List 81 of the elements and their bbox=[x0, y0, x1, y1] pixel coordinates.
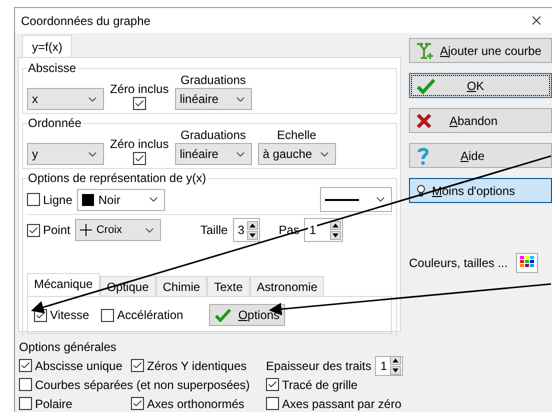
check-icon bbox=[416, 78, 436, 94]
line-style-dropdown[interactable] bbox=[320, 187, 392, 212]
group-title: Abscisse bbox=[28, 61, 78, 75]
tab[interactable]: Mécanique bbox=[27, 273, 100, 296]
checkmark-icon bbox=[132, 360, 143, 371]
checkmark-icon bbox=[267, 379, 278, 390]
checkmark-icon bbox=[28, 224, 39, 236]
dialog-button[interactable]: Aide bbox=[409, 143, 552, 168]
checkbox[interactable] bbox=[132, 97, 146, 110]
options-button[interactable]: Options bbox=[209, 304, 285, 326]
field-label: Zéro inclus bbox=[110, 82, 169, 96]
checkbox-label: Polaire bbox=[35, 396, 72, 410]
tab[interactable]: Texte bbox=[207, 276, 250, 296]
dialog-button[interactable]: Abandon bbox=[409, 108, 552, 133]
question-mark-icon bbox=[416, 146, 430, 164]
graduations-dropdown[interactable]: linéaire bbox=[174, 88, 252, 110]
symbol-dropdown[interactable]: Croix bbox=[75, 219, 162, 241]
color-swatch-icon bbox=[82, 194, 94, 206]
thickness-spinner[interactable]: 1 bbox=[375, 356, 404, 376]
dialog-button[interactable]: Ajouter une courbe bbox=[409, 38, 552, 63]
checkbox[interactable] bbox=[27, 193, 40, 206]
checkbox-label: Abscisse unique bbox=[35, 358, 122, 372]
variable-dropdown[interactable]: x bbox=[27, 88, 104, 110]
up-arrow-icon[interactable] bbox=[330, 220, 342, 230]
up-arrow-icon[interactable] bbox=[390, 356, 402, 365]
checkbox[interactable] bbox=[19, 378, 32, 391]
checkbox-label: Tracé de grille bbox=[282, 378, 358, 392]
window-title: Coordonnées du graphe bbox=[21, 14, 150, 28]
group-title: Options générales bbox=[19, 340, 118, 354]
variable-dropdown[interactable]: y bbox=[27, 143, 104, 165]
field-label: Echelle bbox=[277, 128, 316, 142]
cross-icon bbox=[416, 112, 432, 128]
group-title: Options de représentation de y(x) bbox=[28, 171, 208, 185]
checkmark-icon bbox=[134, 98, 145, 109]
line-sample-icon bbox=[325, 198, 359, 200]
field-label: Zéro inclus bbox=[110, 137, 169, 151]
checkbox[interactable] bbox=[19, 397, 32, 410]
checkbox[interactable] bbox=[131, 397, 144, 410]
checkmark-icon bbox=[132, 398, 143, 409]
dialog-button[interactable]: OK bbox=[409, 73, 552, 98]
y-plus-icon bbox=[416, 42, 434, 58]
up-arrow-icon[interactable] bbox=[246, 220, 258, 230]
checkbox[interactable] bbox=[132, 152, 146, 165]
checkbox-label: Courbes séparées (et non superposées) bbox=[35, 378, 250, 392]
plus-icon bbox=[80, 224, 92, 236]
step-spinner[interactable]: 1 bbox=[304, 218, 344, 242]
colors-label: Couleurs, tailles ... bbox=[409, 256, 508, 270]
tab[interactable]: Optique bbox=[100, 276, 156, 296]
checkbox[interactable] bbox=[266, 378, 279, 391]
color-dropdown[interactable]: Noir bbox=[77, 188, 166, 210]
palette-icon[interactable] bbox=[516, 253, 538, 273]
down-arrow-icon[interactable] bbox=[390, 366, 402, 375]
checkbox-label: Zéros Y identiques bbox=[147, 358, 247, 372]
field-label: Taille bbox=[200, 223, 228, 237]
tab[interactable]: Chimie bbox=[156, 276, 208, 296]
checkbox-label: Axes orthonormés bbox=[147, 396, 244, 410]
checkbox[interactable] bbox=[19, 359, 32, 372]
checkbox-label: Ligne bbox=[43, 192, 72, 206]
checkbox[interactable] bbox=[266, 397, 279, 410]
down-arrow-icon[interactable] bbox=[246, 230, 258, 240]
checkbox-label: Vitesse bbox=[50, 308, 90, 322]
field-label: Graduations bbox=[180, 73, 246, 87]
scale-dropdown[interactable]: à gauche bbox=[258, 143, 336, 165]
field-label: Graduations bbox=[180, 128, 246, 142]
tab[interactable]: y=f(x) bbox=[22, 35, 72, 57]
checkbox-label: Axes passant par zéro bbox=[282, 396, 402, 410]
checkbox-label: Point bbox=[43, 223, 70, 237]
checkbox[interactable] bbox=[131, 359, 144, 372]
graduations-dropdown[interactable]: linéaire bbox=[174, 143, 252, 165]
field-label: Epaisseur des traits bbox=[266, 358, 372, 372]
check-icon bbox=[214, 308, 232, 322]
group-title: Ordonnée bbox=[28, 116, 84, 130]
down-arrow-icon[interactable] bbox=[330, 230, 342, 240]
checkmark-icon bbox=[134, 153, 145, 164]
lightbulb-icon bbox=[416, 184, 426, 198]
size-spinner[interactable]: 3 bbox=[232, 218, 260, 242]
checkbox[interactable] bbox=[101, 308, 114, 322]
checkbox[interactable] bbox=[27, 224, 40, 236]
checkbox-label: Accélération bbox=[117, 308, 184, 322]
checkmark-icon bbox=[20, 360, 31, 371]
tab[interactable]: Astronomie bbox=[250, 276, 324, 296]
